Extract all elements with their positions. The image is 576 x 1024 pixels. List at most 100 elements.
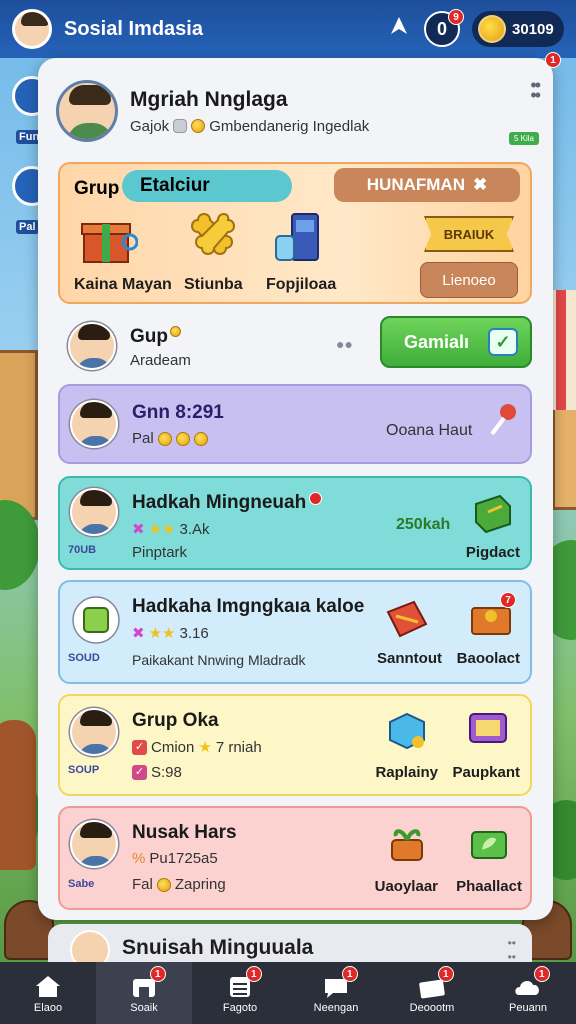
nav-label: Fagoto: [222, 1001, 258, 1014]
nav-badge: 1: [437, 966, 454, 982]
friend-status: Aradeam: [130, 352, 191, 369]
pin-icon[interactable]: [484, 400, 520, 440]
friend-avatar: [70, 820, 118, 868]
profile-sub-prefix: Gajok: [130, 117, 170, 135]
list-item[interactable]: Gnn 8:291 Pal Ooana Haut: [58, 384, 532, 464]
list-item[interactable]: 70UB Hadkah Mingneuah ✖ ★★ 3.Ak Pinptark…: [58, 476, 532, 570]
item-label: Raplainy: [375, 764, 438, 781]
coin-icon: [157, 431, 172, 446]
nav-badge: 1: [149, 966, 166, 982]
home-icon: [36, 975, 60, 997]
gem-icon: [173, 119, 188, 133]
app-title: Sosial Imdasia: [64, 17, 203, 40]
coins-display[interactable]: 30109: [472, 11, 564, 47]
leaf-card-icon[interactable]: [466, 822, 512, 864]
profile-name: Mgriah Nnglaga: [130, 87, 288, 111]
friend-avatar: [68, 322, 116, 370]
nav-home[interactable]: Elaoo: [0, 962, 96, 1024]
level-tag: 5 Kila: [508, 132, 539, 145]
row-side-tag: Sabe: [68, 878, 95, 890]
notification-icon[interactable]: [382, 14, 416, 45]
friend-name: Hadkah Mingneuah: [132, 492, 323, 514]
nav-label: Neengan: [313, 1001, 359, 1014]
friend-name: Nusak Hars: [132, 822, 237, 843]
group-item-label: Kaina Mayan: [74, 276, 172, 293]
ribbon-box-icon[interactable]: [384, 598, 430, 640]
row-side-tag: SOUD: [68, 652, 100, 664]
group-item-label: Stiunba: [184, 276, 243, 293]
item-label: Pigdact: [465, 544, 520, 561]
row-right-text: Ooana Haut: [386, 422, 473, 439]
check-icon: ✓: [132, 739, 147, 755]
peek-title: Snuisah Minguuala: [122, 936, 314, 959]
list-item[interactable]: SOUP Grup Oka ✓ Cmion ★ 7 rniah ✓ S:98 R…: [58, 694, 532, 796]
coin-icon: [175, 431, 190, 446]
nav-cloud[interactable]: 1 Peuann: [480, 962, 576, 1024]
row-side-tag: SOUP: [68, 764, 100, 776]
profile-avatar[interactable]: [56, 80, 118, 142]
nav-chat[interactable]: 1 Neengan: [288, 962, 384, 1024]
counter-badge: 9: [448, 9, 464, 25]
list-item[interactable]: SOUD Hadkaha Imgngkaıa kaloe ✖ ★★ 3.16 P…: [58, 580, 532, 684]
row-side-tag: 70UB: [68, 544, 97, 556]
group-banner: Etalciur Grup HUNAFMAN ✖ Kaina Mayan Sti…: [58, 162, 532, 304]
panel-badge: 1: [545, 52, 561, 68]
frame-icon[interactable]: [466, 708, 512, 750]
counter-button[interactable]: 0 9: [424, 9, 464, 47]
cube-icon[interactable]: [384, 710, 430, 752]
user-avatar[interactable]: [12, 9, 52, 49]
profile-sub-text: Gmbendanerig Ingedlak: [209, 117, 370, 135]
nav-label: Peuann: [509, 1001, 547, 1014]
profile-header: Mgriah Nnglaga Gajok Gmbendanerig Ingedl…: [56, 70, 536, 152]
friend-name: Gnn 8:291: [132, 402, 224, 423]
group-item-label: Fopjiloaa: [266, 276, 337, 293]
heart-icon: ✖: [132, 625, 145, 642]
star-icon: ★★: [148, 625, 176, 642]
more-options-icon[interactable]: •• ••: [530, 76, 541, 104]
item-label: Phaallact: [456, 878, 522, 895]
vase-decoration: [0, 720, 36, 870]
list-item[interactable]: Gup Aradeam ●● Gamialı ✓: [58, 316, 532, 376]
friend-status: Pinptark: [132, 544, 188, 561]
group-button[interactable]: Lienoeo: [420, 262, 518, 298]
check-icon: ✓: [132, 765, 147, 780]
accept-label: Gamialı: [404, 331, 470, 352]
accept-button[interactable]: Gamialı ✓: [380, 316, 532, 368]
nav-social[interactable]: 1 Soaik: [96, 962, 192, 1024]
friend-line2: Fal Zapring: [132, 876, 226, 893]
friend-status: Paikakant Nnwing Mladradk: [132, 652, 306, 668]
nav-calendar[interactable]: 1 Fagoto: [192, 962, 288, 1024]
coin-icon: [170, 326, 181, 337]
more-options-icon[interactable]: •• ••: [508, 936, 516, 964]
points-value: 250kah: [396, 516, 451, 533]
friend-line2: ✓ S:98: [132, 764, 182, 781]
nav-news[interactable]: 1 Deoootm: [384, 962, 480, 1024]
friend-status: Pal: [132, 430, 208, 447]
top-bar: Sosial Imdasia 0 9 30109: [0, 0, 576, 58]
coin-icon: [191, 119, 206, 133]
friend-line1: % Pu1725a5: [132, 850, 218, 867]
friend-line1: ✓ Cmion ★ 7 rniah: [132, 738, 262, 756]
group-name-pill[interactable]: Etalciur: [122, 170, 292, 202]
group-action-label: HUNAFMAN: [366, 175, 465, 194]
nav-badge: 1: [341, 966, 358, 982]
friend-name: Grup Oka: [132, 710, 219, 731]
plant-pot-icon[interactable]: [384, 822, 430, 864]
side-label: Pal: [16, 220, 39, 234]
profile-subtitle: Gajok Gmbendanerig Ingedlak: [130, 118, 536, 135]
group-action-tab[interactable]: HUNAFMAN ✖: [334, 168, 520, 202]
list-item[interactable]: Sabe Nusak Hars % Pu1725a5 Fal Zapring U…: [58, 806, 532, 910]
social-panel: 1 Mgriah Nnglaga Gajok Gmbendanerig Inge…: [38, 52, 561, 920]
more-dots-icon[interactable]: ●●: [336, 336, 353, 352]
friend-avatar: [70, 400, 118, 448]
coins-value: 30109: [512, 20, 554, 38]
nav-badge: 1: [245, 966, 262, 982]
nav-badge: 1: [533, 966, 550, 982]
coin-icon: [478, 15, 506, 43]
nav-label: Deoootm: [409, 1001, 455, 1014]
group-label: Grup: [74, 178, 120, 199]
gift-box-icon: [81, 223, 138, 263]
percent-icon: %: [132, 850, 146, 867]
green-box-icon[interactable]: [468, 492, 514, 534]
building-left: [0, 350, 38, 520]
